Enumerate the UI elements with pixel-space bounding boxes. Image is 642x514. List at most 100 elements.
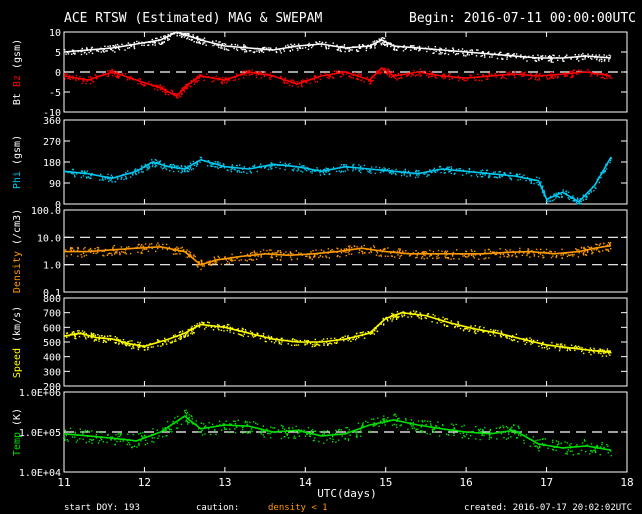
series-phi-point — [409, 174, 411, 176]
series-temp-point — [138, 444, 140, 446]
series-density-point — [444, 250, 447, 252]
series-bt-point — [235, 48, 238, 50]
series-bz-point — [546, 78, 549, 80]
series-phi-point — [598, 181, 601, 184]
series-phi-point — [110, 174, 113, 176]
panel-density-ytick-label: 10.0 — [37, 233, 61, 244]
series-speed-point — [589, 347, 592, 349]
series-density-point — [253, 250, 255, 252]
series-bz-point — [474, 79, 476, 81]
series-temp-point — [566, 453, 568, 455]
series-bt-point — [202, 42, 204, 44]
series-phi-point — [488, 175, 490, 177]
series-bz-point — [417, 74, 419, 76]
series-density-point — [361, 251, 364, 253]
series-phi-point — [181, 166, 183, 168]
series-temp-point — [298, 435, 301, 437]
series-speed-point — [252, 336, 255, 338]
series-bt-point — [598, 54, 601, 56]
series-bz-point — [190, 86, 192, 88]
series-phi-point — [450, 166, 452, 168]
series-bz-point — [530, 77, 532, 80]
series-temp-point — [607, 445, 609, 447]
series-bt-point — [445, 47, 447, 50]
series-phi-point — [360, 169, 362, 171]
series-bt-point — [202, 43, 204, 45]
series-bt-point — [168, 38, 171, 41]
series-speed-point — [601, 355, 604, 357]
series-bz-point — [143, 84, 145, 86]
series-density-point — [165, 243, 168, 246]
series-phi-point — [459, 168, 462, 170]
series-density-point — [252, 259, 254, 261]
series-bt-point — [260, 49, 262, 52]
series-bz-point — [428, 75, 430, 77]
series-bt-point — [105, 50, 107, 52]
series-speed-point — [311, 345, 313, 348]
series-density-point — [533, 253, 536, 256]
series-bz-point — [521, 75, 523, 77]
series-temp-point — [413, 427, 416, 429]
series-density-point — [279, 250, 281, 252]
series-temp-point — [452, 424, 455, 426]
series-bz-point — [482, 73, 484, 76]
series-density-point — [502, 253, 505, 255]
series-bt-point — [127, 42, 129, 44]
series-temp-point — [318, 440, 320, 443]
series-temp-point — [347, 438, 350, 440]
series-density-point — [112, 246, 114, 248]
series-bt-point — [465, 55, 467, 57]
series-bt-point — [256, 50, 258, 52]
series-density-point — [256, 258, 258, 260]
series-bt-point — [411, 45, 413, 47]
series-bz-point — [186, 88, 188, 90]
series-bz-point — [167, 94, 170, 96]
series-density-point — [526, 254, 528, 257]
series-bt-point — [501, 57, 503, 60]
series-bt-point — [90, 50, 92, 52]
series-temp-point — [462, 432, 464, 434]
series-density-point — [330, 250, 332, 252]
series-bz-point — [486, 78, 489, 80]
series-bz-point — [111, 75, 114, 77]
series-density-point — [77, 255, 79, 257]
series-bt-point — [112, 50, 114, 52]
series-temp-point — [453, 427, 455, 429]
series-phi-point — [111, 176, 113, 178]
series-density-point — [77, 247, 79, 249]
series-bt-point — [477, 49, 479, 51]
series-phi-point — [270, 162, 272, 164]
series-phi-point — [525, 179, 527, 182]
series-density-point — [398, 248, 400, 250]
series-density-point — [391, 255, 393, 257]
series-bz-point — [215, 75, 217, 78]
series-temp-point — [256, 423, 259, 425]
series-speed-point — [83, 335, 85, 337]
series-speed-point — [193, 332, 195, 334]
series-density-point — [66, 255, 68, 257]
series-bt-point — [469, 49, 471, 52]
series-density-point — [499, 256, 501, 258]
series-speed-point — [492, 329, 495, 331]
series-phi-point — [360, 171, 362, 174]
series-bz-point — [451, 77, 453, 80]
series-phi-point — [378, 167, 381, 169]
series-speed-point — [431, 321, 433, 323]
series-bt-point — [339, 48, 342, 50]
series-bt-point — [596, 58, 598, 61]
series-speed-point — [101, 335, 103, 337]
series-speed-point — [508, 337, 511, 340]
series-temp-point — [176, 422, 178, 424]
series-density-point — [114, 252, 116, 254]
series-temp-point — [117, 436, 119, 438]
series-speed-point — [548, 347, 551, 349]
series-temp-point — [80, 431, 82, 433]
series-phi-point — [547, 202, 549, 204]
series-bt-point — [187, 33, 189, 35]
series-speed-point — [66, 332, 69, 334]
series-phi-point — [279, 167, 281, 170]
series-phi-point — [454, 172, 456, 174]
series-temp-point — [455, 423, 457, 426]
series-temp-point — [98, 440, 101, 442]
series-temp-point — [383, 419, 386, 422]
